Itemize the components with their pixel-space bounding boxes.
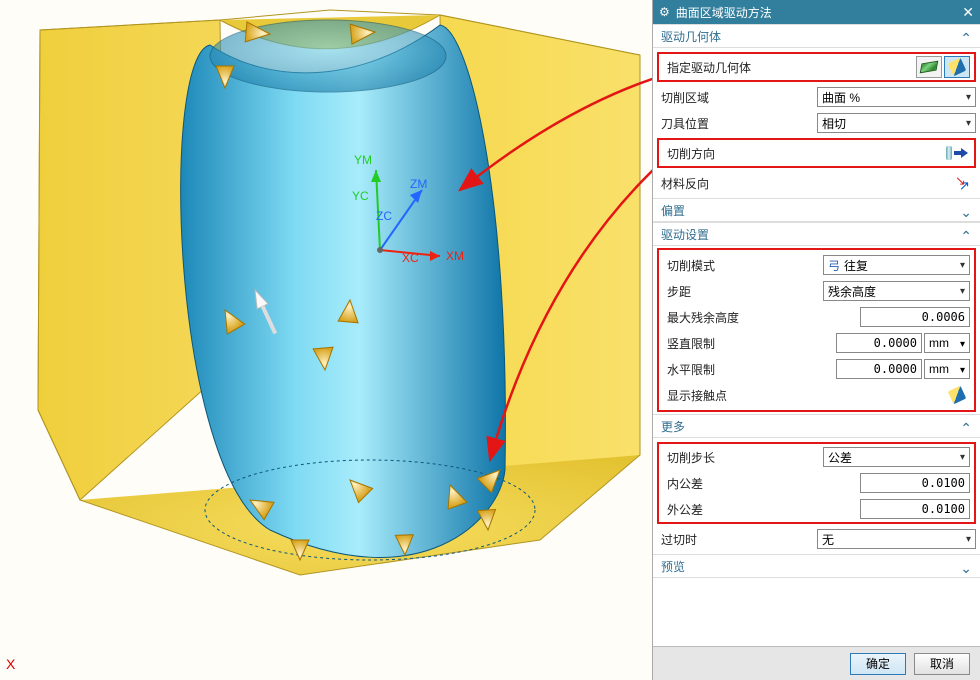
- label-overcut: 过切时: [657, 531, 817, 548]
- section-label: 预览: [661, 558, 685, 575]
- drive-method-panel: ⚙ 曲面区域驱动方法 ✕ 驱动几何体 指定驱动几何体 切削区域 曲面 % 刀具位…: [652, 0, 980, 680]
- overcut-dropdown[interactable]: 无: [817, 529, 976, 549]
- svg-text:XM: XM: [446, 249, 464, 263]
- chevron-up-icon: [960, 226, 972, 243]
- label-cut-region: 切削区域: [657, 89, 817, 106]
- row-cut-region: 切削区域 曲面 %: [653, 84, 980, 110]
- chevron-down-icon: [960, 202, 972, 219]
- row-material-reverse: 材料反向: [653, 170, 980, 196]
- chevron-down-icon: [966, 92, 971, 103]
- ok-button[interactable]: 确定: [850, 653, 906, 675]
- chevron-down-icon: [966, 118, 971, 129]
- panel-titlebar[interactable]: ⚙ 曲面区域驱动方法 ✕: [653, 0, 980, 24]
- chevron-down-icon: [960, 558, 972, 575]
- panel-footer: 确定 取消: [653, 646, 980, 680]
- row-vertical-limit: 竖直限制 mm: [659, 330, 974, 356]
- section-preview[interactable]: 预览: [653, 554, 980, 578]
- cylinder-icon: [946, 146, 952, 160]
- show-contact-button[interactable]: [944, 384, 970, 406]
- flashlight-icon: [948, 58, 967, 77]
- label-horizontal-limit: 水平限制: [663, 361, 823, 378]
- chevron-down-icon: [960, 286, 965, 297]
- row-stepover: 步距 残余高度: [659, 278, 974, 304]
- section-drive-geometry[interactable]: 驱动几何体: [653, 24, 980, 48]
- chevron-up-icon: [960, 28, 972, 45]
- gear-icon: ⚙: [659, 5, 670, 19]
- section-label: 驱动几何体: [661, 28, 721, 45]
- row-overcut: 过切时 无: [653, 526, 980, 552]
- section-label: 偏置: [661, 202, 685, 219]
- label-cut-direction: 切削方向: [663, 145, 823, 162]
- cylinder-surface[interactable]: [181, 25, 506, 557]
- arrow-right-icon: [954, 146, 968, 160]
- svg-text:ZC: ZC: [376, 209, 392, 223]
- label-material-reverse: 材料反向: [657, 175, 817, 192]
- cut-step-dropdown[interactable]: 公差: [823, 447, 970, 467]
- cut-direction-button[interactable]: [944, 142, 970, 164]
- cut-mode-dropdown[interactable]: 弓往复: [823, 255, 970, 275]
- section-offset[interactable]: 偏置: [653, 198, 980, 222]
- label-cut-mode: 切削模式: [663, 257, 823, 274]
- select-geometry-button[interactable]: [916, 56, 942, 78]
- chevron-down-icon: [960, 452, 965, 463]
- horizontal-limit-unit-dropdown[interactable]: mm: [924, 359, 970, 379]
- label-intol: 内公差: [663, 475, 823, 492]
- intol-input[interactable]: [860, 473, 970, 493]
- row-max-scallop: 最大残余高度: [659, 304, 974, 330]
- svg-text:YC: YC: [352, 189, 369, 203]
- section-more[interactable]: 更多: [653, 414, 980, 438]
- section-drive-settings[interactable]: 驱动设置: [653, 222, 980, 246]
- flashlight-icon: [948, 386, 967, 405]
- label-tool-position: 刀具位置: [657, 115, 817, 132]
- label-show-contact: 显示接触点: [663, 387, 823, 404]
- row-horizontal-limit: 水平限制 mm: [659, 356, 974, 382]
- graphics-viewport[interactable]: XM XC YM YC ZM ZC X: [0, 0, 652, 680]
- section-label: 驱动设置: [661, 226, 709, 243]
- row-specify-drive-geom: 指定驱动几何体: [659, 54, 974, 80]
- label-step: 步距: [663, 283, 823, 300]
- label-cut-step: 切削步长: [663, 449, 823, 466]
- horizontal-limit-input[interactable]: [836, 359, 922, 379]
- row-cut-direction: 切削方向: [659, 140, 974, 166]
- vertical-limit-input[interactable]: [836, 333, 922, 353]
- view-orientation-x: X: [6, 656, 15, 672]
- display-geometry-button[interactable]: [944, 56, 970, 78]
- vertical-limit-unit-dropdown[interactable]: mm: [924, 333, 970, 353]
- close-icon[interactable]: ✕: [962, 4, 974, 21]
- tool-position-dropdown[interactable]: 相切: [817, 113, 976, 133]
- swap-arrows-icon: [955, 175, 971, 191]
- zigzag-icon: 弓: [828, 257, 840, 274]
- cut-region-dropdown[interactable]: 曲面 %: [817, 87, 976, 107]
- row-show-contact: 显示接触点: [659, 382, 974, 408]
- chevron-up-icon: [960, 418, 972, 435]
- chevron-down-icon: [960, 362, 965, 376]
- cylinder-top-edge: [210, 20, 446, 92]
- row-outtol: 外公差: [659, 496, 974, 522]
- label-outtol: 外公差: [663, 501, 823, 518]
- row-tool-position: 刀具位置 相切: [653, 110, 980, 136]
- model-canvas: XM XC YM YC ZM ZC: [0, 0, 652, 680]
- label-specify-drive-geom: 指定驱动几何体: [663, 59, 823, 76]
- svg-text:XC: XC: [402, 251, 419, 265]
- section-label: 更多: [661, 418, 685, 435]
- panel-title-text: 曲面区域驱动方法: [676, 4, 772, 21]
- svg-text:ZM: ZM: [410, 177, 427, 191]
- chevron-down-icon: [966, 534, 971, 545]
- row-intol: 内公差: [659, 470, 974, 496]
- label-max-scallop: 最大残余高度: [663, 309, 823, 326]
- row-cut-step: 切削步长 公差: [659, 444, 974, 470]
- row-cut-mode: 切削模式 弓往复: [659, 252, 974, 278]
- chevron-down-icon: [960, 336, 965, 350]
- outtol-input[interactable]: [860, 499, 970, 519]
- svg-text:YM: YM: [354, 153, 372, 167]
- cancel-button[interactable]: 取消: [914, 653, 970, 675]
- label-vertical-limit: 竖直限制: [663, 335, 823, 352]
- surface-icon: [920, 61, 939, 74]
- chevron-down-icon: [960, 260, 965, 271]
- stepover-dropdown[interactable]: 残余高度: [823, 281, 970, 301]
- material-reverse-button[interactable]: [950, 172, 976, 194]
- max-scallop-input[interactable]: [860, 307, 970, 327]
